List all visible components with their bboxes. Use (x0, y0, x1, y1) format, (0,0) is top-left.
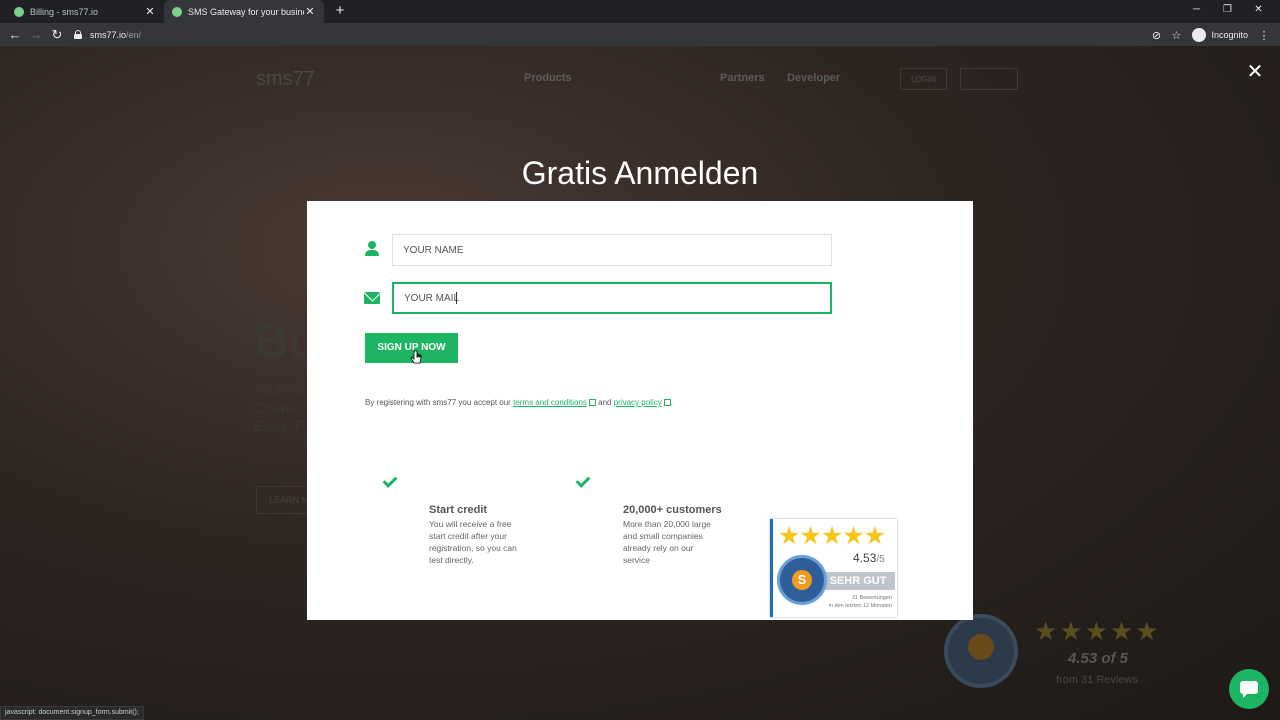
feature-description: More than 20,000 large and small compani… (623, 519, 711, 565)
signup-modal: SIGN UP NOW By registering with sms77 yo… (307, 201, 973, 620)
bg-hero-line: Easy. F (254, 418, 304, 435)
legal-and: and (595, 398, 614, 407)
window-controls: ─ ❐ ✕ (1181, 0, 1274, 23)
modal-title: Gratis Anmelden (521, 155, 759, 191)
review-count: 31 Bewertungen in den letzten 12 Monaten (829, 594, 892, 610)
legal-prefix: By registering with sms77 you accept our (365, 398, 514, 407)
back-arrow-icon[interactable]: ← (6, 26, 24, 44)
favicon-icon (172, 6, 182, 17)
menu-kebab-icon[interactable]: ⋮ (1254, 29, 1274, 42)
stars-icon: ★★★★★ (778, 522, 886, 550)
page-backdrop: sms77 Products Partners Developer LOGIN … (0, 46, 1280, 720)
incognito-avatar-icon[interactable] (1192, 28, 1207, 42)
tab-sms-gateway[interactable]: SMS Gateway for your business ✕ (164, 0, 324, 23)
score-value: 4.53 (853, 551, 877, 565)
rating-score: 4.53/5 (853, 551, 885, 565)
legal-text: By registering with sms77 you accept our… (365, 398, 673, 407)
terms-link[interactable]: terms and conditions (513, 398, 587, 407)
rating-grade: SEHR GUT (821, 572, 895, 590)
tab-title: SMS Gateway for your business (188, 6, 304, 17)
feature-description: You will receive a free start credit aft… (429, 519, 517, 565)
close-tab-icon[interactable]: ✕ (144, 5, 156, 18)
bg-stars-icon: ★★★★★ (1034, 616, 1161, 646)
close-window-icon[interactable]: ✕ (1243, 0, 1274, 23)
bg-rating-score: 4.53 of 5 (1068, 650, 1129, 667)
envelope-icon (364, 292, 380, 304)
bg-hero-subtitle: Profess Online, Easy. F (254, 382, 305, 436)
tab-billing[interactable]: Billing - sms77.io ✕ (6, 0, 164, 23)
bg-rating-widget: ★★★★★ 4.53 of 5 from 31 Reviews (944, 614, 1184, 694)
close-modal-icon[interactable]: ✕ (1245, 62, 1265, 82)
review-period-line: in den letzten 12 Monaten (828, 603, 892, 609)
forward-arrow-icon[interactable]: → (27, 26, 45, 44)
email-input[interactable] (392, 282, 832, 314)
bg-hero-line: Online, (254, 400, 302, 417)
checkmark-icon (575, 474, 591, 488)
shopvote-rating-badge[interactable]: ★★★★★ 4.53/5 SEHR GUT S 31 Bewertungen i… (770, 519, 897, 617)
minimize-icon[interactable]: ─ (1181, 0, 1212, 23)
eye-off-icon[interactable]: ⊘ (1146, 29, 1166, 42)
address-bar: ← → ↻ sms77.io/en/ ⊘ ☆ Incognito ⋮ (0, 23, 1280, 46)
status-bar: javascript: document.signup_form.submit(… (0, 706, 144, 720)
review-count-line: 31 Bewertungen (851, 595, 892, 601)
shopvote-seal-icon: S (777, 555, 827, 605)
bg-nav-developer: Developer (787, 72, 841, 84)
browser-tab-bar: Billing - sms77.io ✕ SMS Gateway for you… (0, 0, 1280, 23)
bg-nav-products: Products (524, 72, 572, 84)
bg-signup-button (960, 68, 1018, 90)
hand-cursor-icon (410, 350, 422, 364)
favicon-icon (14, 6, 24, 17)
star-bookmark-icon[interactable]: ☆ (1166, 29, 1186, 42)
bg-login-button: LOGIN (900, 68, 947, 90)
url-host: sms77.io (90, 29, 127, 40)
user-icon (364, 241, 380, 257)
bg-rating-from: from 31 Reviews (1056, 674, 1138, 686)
external-link-icon (588, 399, 596, 406)
restore-icon[interactable]: ❐ (1212, 0, 1243, 23)
privacy-link[interactable]: privacy policy (614, 398, 662, 407)
seal-letter: S (792, 570, 812, 590)
feature-title: Start credit (429, 504, 488, 516)
site-logo: sms77 (256, 68, 315, 90)
name-input[interactable] (392, 234, 832, 266)
reload-icon[interactable]: ↻ (48, 26, 66, 44)
url-path: /en/ (126, 29, 142, 40)
tab-title: Billing - sms77.io (30, 6, 99, 17)
url-field[interactable]: sms77.io/en/ (74, 25, 1184, 44)
bg-nav-partners: Partners (720, 72, 765, 84)
bg-hero-line: Profess (254, 382, 305, 399)
close-tab-icon[interactable]: ✕ (304, 5, 316, 18)
lock-icon (74, 30, 82, 39)
chat-bubble-icon[interactable] (1229, 669, 1269, 709)
score-max: /5 (876, 554, 885, 565)
feature-title: 20,000+ customers (623, 504, 722, 516)
external-link-icon (663, 399, 671, 406)
new-tab-button[interactable]: + (332, 2, 348, 20)
checkmark-icon (382, 474, 398, 488)
bg-shopvote-seal-icon (944, 614, 1018, 688)
text-caret (456, 292, 457, 304)
incognito-label: Incognito (1211, 30, 1248, 40)
legal-suffix: . (670, 398, 673, 407)
